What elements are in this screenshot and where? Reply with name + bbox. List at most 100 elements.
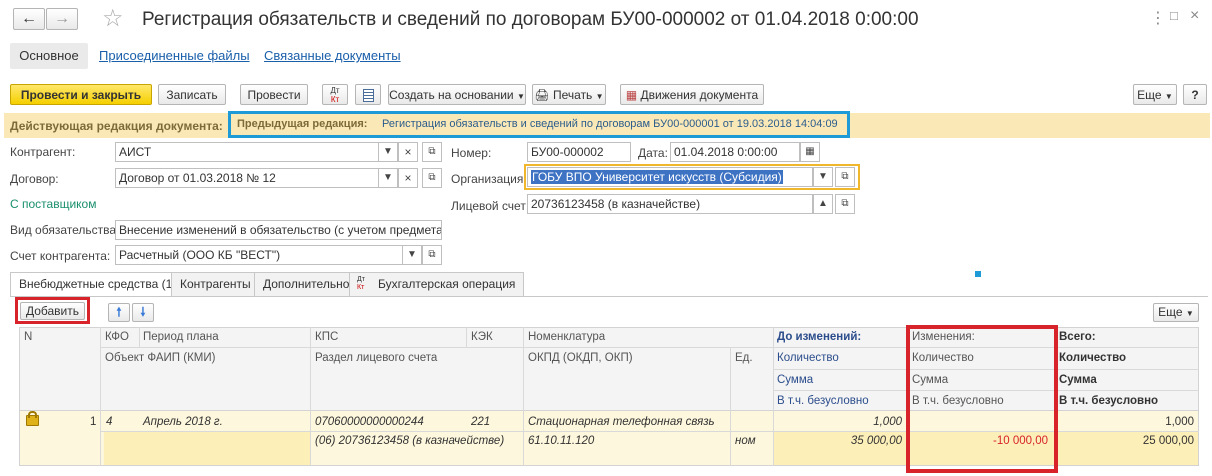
col-kek[interactable]: КЭК — [471, 331, 493, 343]
lock-shackle — [28, 411, 37, 418]
col-before-sum[interactable]: Сумма — [777, 374, 813, 386]
save-button[interactable]: Записать — [158, 84, 226, 105]
arrow-up-icon: 🠕 — [116, 305, 122, 319]
dt-kt-icon: Дт Кт — [330, 86, 340, 104]
contract-label: Договор: — [10, 172, 59, 186]
table-more-button[interactable]: Еще ▼ — [1153, 303, 1199, 322]
dropdown-arrow-icon: ▼ — [595, 92, 604, 101]
personal-account-open-icon[interactable]: ⧉ — [835, 194, 855, 214]
arrow-down-icon: 🠗 — [140, 305, 146, 319]
nav-tab-attached-files[interactable]: Присоединенные файлы — [99, 48, 250, 63]
tab-accounting-operation[interactable]: Дт Кт Бухгалтерская операция — [349, 272, 525, 296]
contract-open-icon[interactable]: ⧉ — [422, 168, 442, 188]
more-button[interactable]: Еще ▼ — [1133, 84, 1177, 105]
col-account-section[interactable]: Раздел лицевого счета — [315, 352, 437, 364]
help-button[interactable]: ? — [1183, 84, 1207, 105]
move-up-button[interactable]: 🠕 — [108, 303, 130, 322]
organization-label: Организация: — [451, 172, 527, 186]
col-unit[interactable]: Ед. — [735, 352, 753, 364]
dropdown-arrow-icon: ▼ — [1164, 92, 1173, 101]
row-n: 1 — [90, 416, 97, 428]
back-button[interactable]: ← — [13, 8, 45, 30]
col-before-title[interactable]: До изменений: — [777, 331, 861, 343]
organization-value: ГОБУ ВПО Университет искусств (Субсидия) — [531, 170, 783, 184]
dropdown-arrow-icon: ▼ — [516, 92, 525, 101]
move-down-button[interactable]: 🠗 — [132, 303, 154, 322]
col-plan-period[interactable]: Период плана — [143, 331, 219, 343]
row-unit: ном — [735, 435, 756, 447]
print-button[interactable]: 🖨 Печать ▼ — [532, 84, 606, 105]
row-plan-period: Апрель 2018 г. — [143, 416, 223, 428]
row-before-qty: 1,000 — [873, 416, 902, 428]
personal-account-stepper-icon[interactable]: ▲ — [813, 194, 833, 214]
calendar-icon[interactable]: ▦ — [800, 142, 820, 162]
create-based-on-button[interactable]: Создать на основании ▼ — [388, 84, 526, 105]
account-field[interactable]: Расчетный (ООО КБ "ВЕСТ") — [115, 245, 422, 265]
dt-kt-icon: Дт Кт — [357, 276, 365, 291]
personal-account-field[interactable]: 20736123458 (в казначействе) — [527, 194, 813, 214]
counterparty-clear-icon[interactable]: × — [398, 142, 418, 162]
counterparty-dropdown-icon[interactable]: ▼ — [378, 142, 398, 162]
col-before-qty[interactable]: Количество — [777, 352, 839, 364]
col-total-qty[interactable]: Количество — [1059, 352, 1126, 364]
row-kfo: 4 — [106, 416, 113, 428]
dropdown-arrow-icon: ▼ — [1185, 309, 1194, 318]
col-line — [730, 347, 731, 466]
tab-offbudget[interactable]: Внебюджетные средства (1) — [10, 272, 186, 297]
organization-field[interactable]: ГОБУ ВПО Университет искусств (Субсидия) — [527, 167, 813, 187]
movements-icon: ▦ — [625, 88, 638, 102]
row-account-section: (06) 20736123458 (в казначействе) — [315, 435, 505, 447]
col-kps[interactable]: КПС — [315, 331, 338, 343]
col-okpd[interactable]: ОКПД (ОКДП, ОКП) — [528, 352, 633, 364]
document-movements-button[interactable]: ▦ Движения документа — [620, 84, 764, 105]
supplier-link[interactable]: С поставщиком — [10, 197, 96, 211]
contract-field[interactable]: Договор от 01.03.2018 № 12 — [115, 168, 398, 188]
tabs-underline — [10, 296, 1208, 297]
list-button[interactable] — [355, 84, 381, 105]
col-total-title[interactable]: Всего: — [1059, 331, 1096, 343]
nav-tab-related-docs[interactable]: Связанные документы — [264, 48, 401, 63]
window-close-icon[interactable]: × — [1190, 7, 1199, 25]
organization-dropdown-icon[interactable]: ▼ — [813, 167, 833, 187]
nav-tab-main[interactable]: Основное — [10, 43, 88, 69]
list-icon — [362, 89, 374, 102]
col-line — [139, 327, 140, 347]
organization-open-icon[interactable]: ⧉ — [835, 167, 855, 187]
date-field[interactable]: 01.04.2018 0:00:00 — [670, 142, 800, 162]
post-and-close-button[interactable]: Провести и закрыть — [10, 84, 152, 105]
tab-additional[interactable]: Дополнительно — [254, 272, 359, 296]
personal-account-label: Лицевой счет: — [451, 199, 530, 213]
printer-icon: 🖨 — [534, 88, 550, 102]
number-label: Номер: — [451, 146, 492, 160]
window-maximize-icon[interactable]: □ — [1170, 8, 1178, 23]
contract-dropdown-icon[interactable]: ▼ — [378, 168, 398, 188]
add-button[interactable]: Добавить — [20, 302, 85, 320]
counterparty-open-icon[interactable]: ⧉ — [422, 142, 442, 162]
col-n[interactable]: N — [24, 331, 32, 343]
row-okpd: 61.10.11.120 — [528, 435, 595, 447]
col-line — [466, 327, 467, 347]
col-faip-object[interactable]: Объект ФАИП (КМИ) — [105, 352, 215, 364]
contract-clear-icon[interactable]: × — [398, 168, 418, 188]
window-menu-icon[interactable]: ⋮ — [1150, 8, 1166, 28]
col-total-uncond[interactable]: В т.ч. безусловно — [1059, 395, 1158, 407]
account-label: Счет контрагента: — [10, 249, 111, 263]
number-field[interactable]: БУ00-000002 — [527, 142, 631, 162]
previous-revision-link[interactable]: Регистрация обязательств и сведений по д… — [382, 118, 838, 130]
current-revision-label: Действующая редакция документа: — [10, 119, 223, 133]
counterparty-field[interactable]: АИСТ — [115, 142, 398, 162]
post-button[interactable]: Провести — [240, 84, 308, 105]
favorite-star-icon[interactable]: ☆ — [102, 4, 124, 33]
account-open-icon[interactable]: ⧉ — [422, 245, 442, 265]
col-before-uncond[interactable]: В т.ч. безусловно — [777, 395, 869, 407]
col-total-sum[interactable]: Сумма — [1059, 374, 1097, 386]
account-dropdown-icon[interactable]: ▼ — [402, 245, 422, 265]
col-nomenclature[interactable]: Номенклатура — [528, 331, 605, 343]
tab-counterparties[interactable]: Контрагенты — [171, 272, 260, 296]
forward-button[interactable]: → — [46, 8, 78, 30]
obligation-type-field[interactable]: Внесение изменений в обязательство (с уч… — [115, 220, 442, 240]
col-kfo[interactable]: КФО — [105, 331, 129, 343]
row-total-sum: 25 000,00 — [1142, 435, 1194, 447]
row-subcell-highlight — [104, 432, 310, 465]
dt-kt-button[interactable]: Дт Кт — [322, 84, 348, 105]
